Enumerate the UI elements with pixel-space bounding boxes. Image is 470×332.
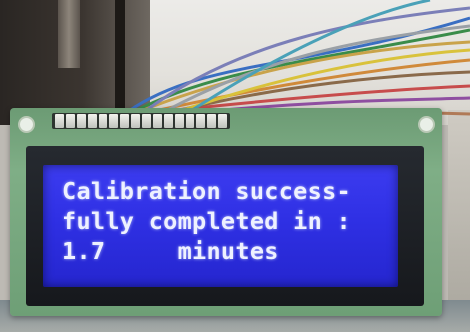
lcd-text-area: Calibration success- fully completed in …: [62, 176, 392, 266]
pin-header: [52, 113, 230, 129]
mounting-hole: [18, 116, 35, 133]
lcd-line-1: Calibration success-: [62, 177, 351, 205]
lcd-line-2: fully completed in :: [62, 207, 351, 235]
photo-scene: Calibration success- fully completed in …: [0, 0, 470, 332]
mounting-hole: [418, 116, 435, 133]
lcd-line-3: 1.7 minutes: [62, 237, 279, 265]
